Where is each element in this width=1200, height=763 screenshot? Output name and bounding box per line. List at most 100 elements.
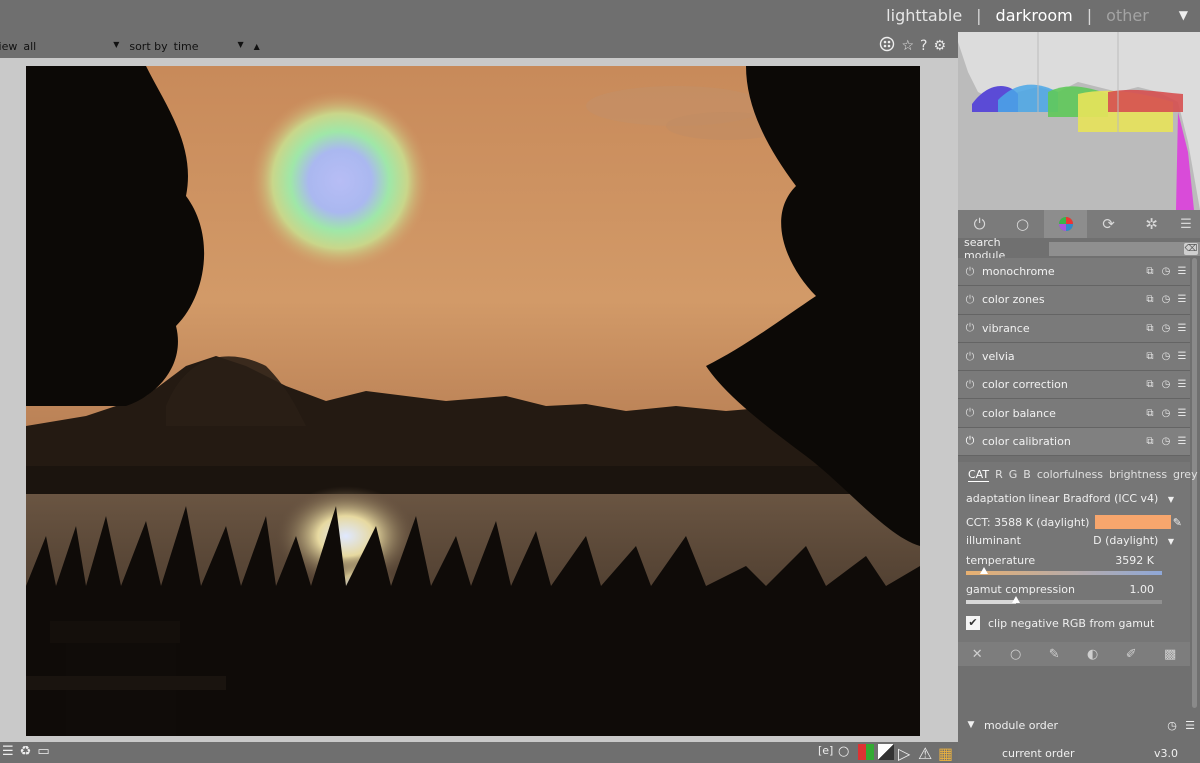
module-vibrance[interactable]: ⏻ vibrance ⧉ ◷ ☰	[958, 314, 1190, 343]
raw-overexposed-icon[interactable]: [e]	[818, 744, 834, 760]
multi-instance-icon[interactable]: ⧉	[1142, 379, 1158, 390]
tab-r[interactable]: R	[995, 468, 1003, 482]
view-filter-select[interactable]: all ▼	[23, 40, 119, 53]
module-monochrome[interactable]: ⏻ monochrome ⧉ ◷ ☰	[958, 258, 1190, 287]
module-color-correction[interactable]: ⏻ color correction ⧉ ◷ ☰	[958, 371, 1190, 400]
uniform-icon[interactable]: ○	[1010, 647, 1021, 662]
gamut-check-icon[interactable]: ▷	[898, 744, 914, 763]
circle-icon[interactable]: ○	[1001, 210, 1044, 238]
temperature-row: temperature 3592 K	[966, 554, 1154, 567]
off-icon[interactable]: ✕	[972, 647, 983, 662]
power-icon[interactable]: ⏻	[958, 210, 1001, 238]
color-wheel-icon[interactable]	[1044, 210, 1087, 238]
color-picker-icon[interactable]: ✎	[1173, 516, 1182, 529]
presets-icon[interactable]: ☰	[1174, 266, 1190, 277]
illuminant-select[interactable]: D (daylight) ▼	[1093, 534, 1174, 547]
drawn-icon[interactable]: ✎	[1049, 647, 1060, 662]
module-color-zones[interactable]: ⏻ color zones ⧉ ◷ ☰	[958, 286, 1190, 315]
multi-instance-icon[interactable]: ⧉	[1142, 266, 1158, 277]
bulb-icon[interactable]: ○	[838, 744, 854, 760]
histogram[interactable]	[958, 32, 1200, 210]
module-label: color calibration	[982, 434, 1071, 448]
chevron-down-icon: ▼	[237, 39, 244, 49]
adaptation-row[interactable]: adaptation linear Bradford (ICC v4) ▼	[966, 492, 1174, 505]
warning-icon[interactable]: ⚠	[918, 744, 934, 763]
tab-cat[interactable]: CAT	[968, 468, 990, 482]
tab-brightness[interactable]: brightness	[1109, 468, 1167, 482]
presets-icon[interactable]: ☰	[1174, 379, 1190, 390]
multi-instance-icon[interactable]: ⧉	[1142, 436, 1158, 447]
multi-instance-icon[interactable]: ⧉	[1142, 294, 1158, 305]
presets-icon[interactable]: ☰	[1174, 408, 1190, 419]
drawn-parametric-icon[interactable]: ✐	[1126, 647, 1137, 662]
gamut-slider[interactable]	[966, 596, 1162, 604]
view-lighttable[interactable]: lighttable	[886, 6, 962, 25]
illuminant-row[interactable]: illuminant D (daylight) ▼	[966, 534, 1174, 547]
color-picker-icon[interactable]	[879, 36, 895, 56]
reset-icon[interactable]: ◷	[1158, 351, 1174, 362]
module-order-header[interactable]: ▼ module order ◷ ☰	[958, 714, 1200, 736]
reset-icon[interactable]: ◷	[1164, 719, 1180, 732]
reset-icon[interactable]: ◷	[1158, 436, 1174, 447]
color-assessment-icon[interactable]	[858, 744, 874, 760]
sort-select[interactable]: time ▼	[174, 40, 244, 53]
presets-icon[interactable]: ☰	[2, 744, 14, 759]
slider-handle[interactable]	[1012, 596, 1020, 603]
power-icon[interactable]: ⏻	[958, 293, 982, 307]
styles-icon[interactable]: ♻	[20, 744, 32, 759]
sort-direction-button[interactable]: ▲	[254, 42, 260, 51]
second-window-icon[interactable]: ▭	[37, 744, 49, 759]
presets-icon[interactable]: ☰	[1174, 323, 1190, 334]
panel-scrollbar[interactable]	[1192, 258, 1197, 708]
parametric-icon[interactable]: ◐	[1087, 647, 1098, 662]
help-icon[interactable]: ?	[920, 38, 927, 54]
presets-icon[interactable]: ☰	[1180, 719, 1200, 732]
module-color-balance[interactable]: ⏻ color balance ⧉ ◷ ☰	[958, 399, 1190, 428]
tab-grey[interactable]: grey	[1173, 468, 1198, 482]
presets-icon[interactable]: ☰	[1174, 436, 1190, 447]
chevron-down-icon[interactable]: ▼	[1179, 8, 1188, 22]
tab-g[interactable]: G	[1009, 468, 1018, 482]
clip-row[interactable]: ✔ clip negative RGB from gamut	[966, 616, 1174, 630]
guides-icon[interactable]: ▦	[938, 744, 954, 763]
module-list: ⏻ monochrome ⧉ ◷ ☰ ⏻ color zones ⧉ ◷ ☰ ⏻…	[958, 258, 1190, 457]
view-filter-label: view	[0, 39, 18, 53]
cct-color-swatch	[1095, 515, 1172, 529]
view-darkroom[interactable]: darkroom	[996, 6, 1073, 25]
reset-icon[interactable]: ◷	[1158, 379, 1174, 390]
view-other[interactable]: other	[1106, 6, 1149, 25]
multi-instance-icon[interactable]: ⧉	[1142, 351, 1158, 362]
power-icon[interactable]: ⏻	[958, 406, 982, 420]
clip-checkbox[interactable]: ✔	[966, 616, 980, 630]
adaptation-select[interactable]: linear Bradford (ICC v4) ▼	[1028, 492, 1174, 505]
module-velvia[interactable]: ⏻ velvia ⧉ ◷ ☰	[958, 342, 1190, 372]
raster-icon[interactable]: ▩	[1164, 647, 1176, 662]
gear-icon[interactable]: ⚙	[933, 38, 946, 54]
search-input[interactable]: ⌫	[1048, 242, 1200, 256]
slider-handle[interactable]	[980, 567, 988, 574]
softproof-icon[interactable]	[878, 744, 894, 760]
reset-icon[interactable]: ◷	[1158, 294, 1174, 305]
multi-instance-icon[interactable]: ⧉	[1142, 323, 1158, 334]
module-color-calibration[interactable]: ⏻ color calibration ⧉ ◷ ☰	[958, 427, 1190, 457]
multi-instance-icon[interactable]: ⧉	[1142, 408, 1158, 419]
power-icon[interactable]: ⏻	[958, 265, 982, 279]
power-icon[interactable]: ⏻	[958, 378, 982, 392]
tab-colorfulness[interactable]: colorfulness	[1037, 468, 1103, 482]
presets-icon[interactable]: ☰	[1174, 294, 1190, 305]
menu-icon[interactable]: ☰	[1173, 210, 1199, 238]
reset-icon[interactable]: ◷	[1158, 408, 1174, 419]
power-icon[interactable]: ⏻	[958, 321, 982, 335]
power-icon[interactable]: ⏻	[958, 434, 982, 448]
reset-icon[interactable]: ◷	[1158, 266, 1174, 277]
power-icon[interactable]: ⏻	[958, 350, 982, 364]
star-icon[interactable]: ☆	[901, 38, 914, 54]
effect-icon[interactable]: ✲	[1130, 210, 1173, 238]
main-photo[interactable]	[26, 66, 920, 736]
clear-icon[interactable]: ⌫	[1184, 243, 1198, 255]
presets-icon[interactable]: ☰	[1174, 351, 1190, 362]
correct-icon[interactable]: ⟳	[1087, 210, 1130, 238]
tab-b[interactable]: B	[1023, 468, 1031, 482]
reset-icon[interactable]: ◷	[1158, 323, 1174, 334]
temperature-slider[interactable]	[966, 567, 1162, 575]
